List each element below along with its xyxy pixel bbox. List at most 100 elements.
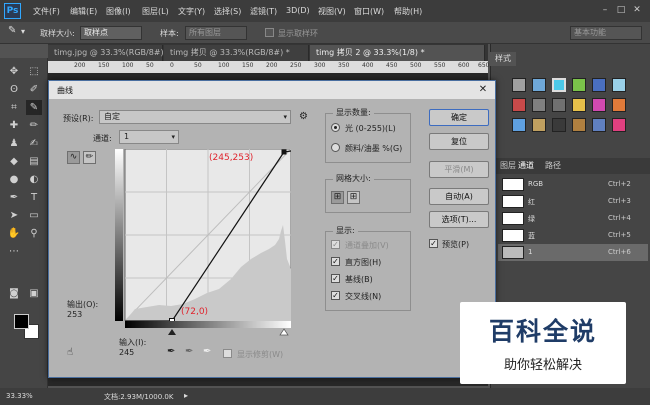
curve-graph[interactable] [115,149,291,321]
tab-paths[interactable]: 路径 [545,160,561,171]
tool-preset-chevron-icon[interactable]: ▾ [21,27,25,36]
shape-tool-icon[interactable]: ▭ [26,208,42,223]
options-button[interactable]: 选项(T)... [429,211,489,228]
eyedropper-icon[interactable]: ✎ [8,25,16,36]
style-swatch[interactable] [572,118,586,132]
sample-select[interactable]: 所有图层 [185,26,247,40]
sample-size-select[interactable]: 取样点 [80,26,142,40]
channel-row-rgb[interactable]: RGB Ctrl+2 [498,176,648,193]
intersection-checkbox[interactable]: ✓ [331,291,340,300]
style-swatch[interactable] [532,78,546,92]
style-swatch[interactable] [572,98,586,112]
reset-button[interactable]: 复位 [429,133,489,150]
light-radio[interactable] [331,123,340,132]
pencil-draw-tool-icon[interactable]: ✏ [83,151,96,164]
menu-file[interactable]: 文件(F) [33,6,60,17]
white-point-slider[interactable] [279,328,289,336]
style-swatch[interactable] [612,118,626,132]
clone-stamp-tool-icon[interactable]: ♟ [6,136,22,151]
pigment-radio[interactable] [331,143,340,152]
style-swatch[interactable] [612,98,626,112]
style-swatch[interactable] [592,78,606,92]
path-select-tool-icon[interactable]: ➤ [6,208,22,223]
style-swatch[interactable] [532,118,546,132]
show-ring-checkbox[interactable] [265,28,274,37]
marquee-tool-icon[interactable]: ⬚ [26,64,42,79]
minimize-icon[interactable]: – [598,4,612,17]
curve-points-tool-icon[interactable]: ∿ [67,151,80,164]
quick-select-tool-icon[interactable]: ✐ [26,82,42,97]
blur-tool-icon[interactable]: ● [6,172,22,187]
white-eyedropper-icon[interactable]: ✒ [203,346,211,357]
lasso-tool-icon[interactable]: ʘ [6,82,22,97]
menu-select[interactable]: 选择(S) [214,6,241,17]
dodge-tool-icon[interactable]: ◐ [26,172,42,187]
style-swatch[interactable] [552,98,566,112]
tab-styles[interactable]: 样式 [490,52,516,66]
dialog-titlebar[interactable]: 曲线 ✕ [49,81,495,99]
preset-select[interactable]: 自定 ▾ [99,110,291,124]
style-swatch[interactable] [512,118,526,132]
histogram-checkbox[interactable]: ✓ [331,257,340,266]
channel-row-blue[interactable]: 蓝 Ctrl+5 [498,227,648,244]
crop-tool-icon[interactable]: ⌗ [6,100,22,115]
tab-channels[interactable]: 通道 [518,160,534,171]
gray-eyedropper-icon[interactable]: ✒ [185,346,193,357]
foreground-color-swatch[interactable] [14,314,29,329]
more-tools-icon[interactable]: ⋯ [6,244,22,259]
maximize-icon[interactable]: □ [614,4,628,17]
menu-type[interactable]: 文字(Y) [178,6,205,17]
quick-mask-icon[interactable]: ◙ [6,286,22,301]
black-point-slider[interactable] [168,329,176,335]
style-swatch[interactable] [532,98,546,112]
tab-document-2[interactable]: timg 拷贝 @ 33.3%(RGB/8#) * [164,45,309,61]
history-brush-tool-icon[interactable]: ✍ [26,136,42,151]
tab-document-3[interactable]: timg 拷贝 2 @ 33.3%(1/8) * [310,45,485,61]
gradient-tool-icon[interactable]: ▤ [26,154,42,169]
zoom-level[interactable]: 33.33% [6,392,33,400]
style-swatch[interactable] [572,78,586,92]
smooth-button[interactable]: 平滑(M) [429,161,489,178]
show-clipping-checkbox[interactable] [223,349,232,358]
screen-mode-icon[interactable]: ▣ [26,286,42,301]
close-icon[interactable]: ✕ [477,84,489,96]
target-adjust-hand-icon[interactable]: ☝ [67,347,73,358]
channel-select[interactable]: 1 ▾ [119,130,179,144]
auto-button[interactable]: 自动(A) [429,188,489,205]
menu-help[interactable]: 帮助(H) [394,6,422,17]
style-swatch[interactable] [552,118,566,132]
menu-edit[interactable]: 编辑(E) [70,6,97,17]
style-swatch[interactable] [612,78,626,92]
pen-tool-icon[interactable]: ✒ [6,190,22,205]
input-gradient-slider[interactable] [125,321,291,337]
preview-checkbox[interactable]: ✓ [429,239,438,248]
style-swatch[interactable] [592,98,606,112]
healing-tool-icon[interactable]: ✚ [6,118,22,133]
tab-document-1[interactable]: timg.jpg @ 33.3%(RGB/8#) * [48,45,170,61]
close-icon[interactable]: ✕ [630,4,644,17]
channel-row-alpha[interactable]: 1 Ctrl+6 [498,244,648,261]
zoom-tool-icon[interactable]: ⚲ [26,226,42,241]
preset-options-gear-icon[interactable]: ⚙ [299,111,308,122]
menu-image[interactable]: 图像(I) [106,6,131,17]
input-value[interactable]: 245 [119,348,134,357]
channel-row-green[interactable]: 绿 Ctrl+4 [498,210,648,227]
eyedropper-tool-icon[interactable]: ✎ [26,100,42,115]
status-arrow-icon[interactable]: ▸ [184,391,188,400]
output-value[interactable]: 253 [67,310,82,319]
menu-filter[interactable]: 滤镜(T) [250,6,277,17]
move-tool-icon[interactable]: ✥ [6,64,22,79]
eraser-tool-icon[interactable]: ◆ [6,154,22,169]
hand-tool-icon[interactable]: ✋ [6,226,22,241]
menu-view[interactable]: 视图(V) [318,6,346,17]
style-swatch[interactable] [592,118,606,132]
menu-layer[interactable]: 图层(L) [142,6,169,17]
type-tool-icon[interactable]: T [26,190,42,205]
style-swatch[interactable] [512,98,526,112]
detailed-grid-icon[interactable]: ⊞ [347,191,360,204]
black-eyedropper-icon[interactable]: ✒ [167,346,175,357]
menu-window[interactable]: 窗口(W) [354,6,384,17]
curve-point-high[interactable] [281,149,287,155]
brush-tool-icon[interactable]: ✏ [26,118,42,133]
simple-grid-icon[interactable]: ⊞ [331,191,344,204]
